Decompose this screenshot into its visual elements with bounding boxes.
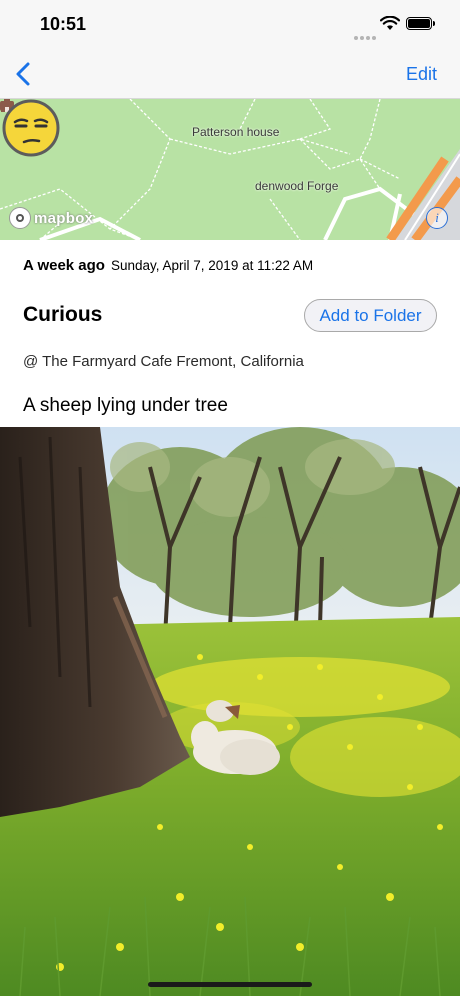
status-time: 10:51: [40, 14, 87, 34]
mapbox-logo-icon: [9, 207, 31, 229]
status-bar: 10:51: [0, 0, 460, 50]
mapbox-wordmark: mapbox: [34, 209, 94, 227]
sheep-under-tree-photo[interactable]: [0, 427, 460, 996]
mapbox-attribution[interactable]: mapbox: [9, 207, 93, 229]
wifi-icon: [380, 16, 400, 30]
entry-caption: A sheep lying under tree: [23, 395, 228, 416]
add-to-folder-button[interactable]: Add to Folder: [304, 299, 437, 332]
entry-date: A week ago Sunday, April 7, 2019 at 11:22…: [23, 257, 313, 275]
battery-tip: [433, 21, 435, 26]
home-indicator[interactable]: [148, 982, 312, 987]
cellular-signal-icon: [354, 27, 378, 45]
navigation-bar: Edit: [0, 50, 460, 99]
mood-title: Curious: [23, 303, 103, 326]
location-text: @ The Farmyard Cafe Fremont, California: [23, 353, 304, 370]
map-view[interactable]: Patterson house denwood Forge mapbox i: [0, 99, 460, 240]
map-label-forge: denwood Forge: [255, 179, 339, 193]
unamused-face-icon[interactable]: [0, 99, 62, 157]
absolute-time: Sunday, April 7, 2019 at 11:22 AM: [110, 258, 314, 273]
chevron-left-icon[interactable]: [10, 58, 40, 90]
info-icon[interactable]: i: [426, 207, 448, 229]
edit-button[interactable]: Edit: [406, 64, 437, 85]
battery-icon: [406, 17, 432, 30]
relative-time: A week ago: [23, 257, 105, 274]
map-label-patterson-house: Patterson house: [192, 125, 280, 139]
